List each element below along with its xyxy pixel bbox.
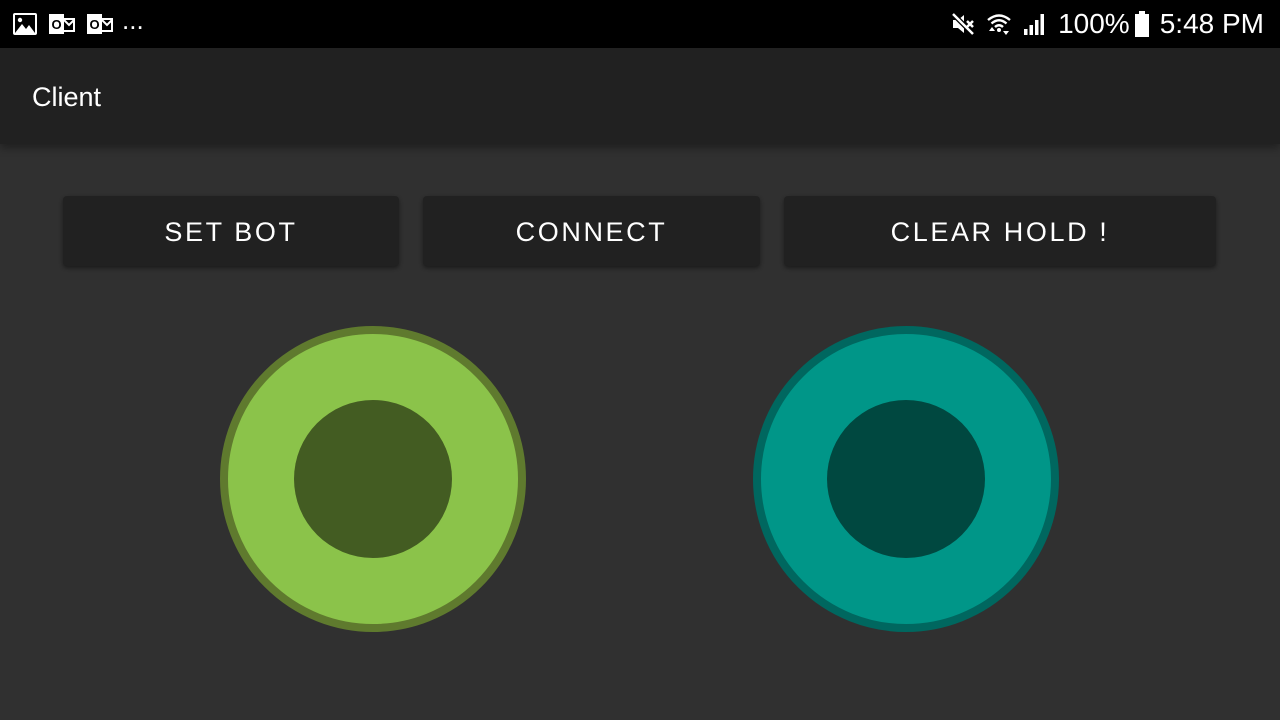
set-bot-button[interactable]: SET BOT: [63, 196, 399, 266]
image-icon: [12, 12, 38, 36]
mute-icon: [950, 11, 976, 37]
system-status: 100% 5:48 PM: [950, 0, 1264, 48]
right-joystick[interactable]: [753, 326, 1059, 632]
svg-text:O: O: [51, 17, 61, 32]
app-title: Client: [32, 82, 102, 112]
app-bar: Client: [0, 48, 1280, 144]
connect-button[interactable]: CONNECT: [423, 196, 760, 266]
more-notifications-indicator: ...: [122, 5, 144, 35]
clear-hold-button[interactable]: CLEAR HOLD !: [784, 196, 1216, 266]
status-bar: O O ... 100% 5:48 PM: [0, 0, 1280, 48]
left-joystick-knob[interactable]: [294, 400, 452, 558]
svg-text:O: O: [89, 17, 99, 32]
battery-percent: 100%: [1058, 8, 1130, 39]
battery-icon: [1134, 10, 1150, 38]
outlook-icon: O: [86, 12, 114, 36]
clock: 5:48 PM: [1159, 8, 1264, 39]
notification-icons: O O ...: [12, 7, 144, 37]
left-joystick[interactable]: [220, 326, 526, 632]
signal-icon: [1022, 11, 1048, 37]
right-joystick-knob[interactable]: [827, 400, 985, 558]
outlook-icon: O: [48, 12, 76, 36]
wifi-icon: [986, 11, 1012, 37]
